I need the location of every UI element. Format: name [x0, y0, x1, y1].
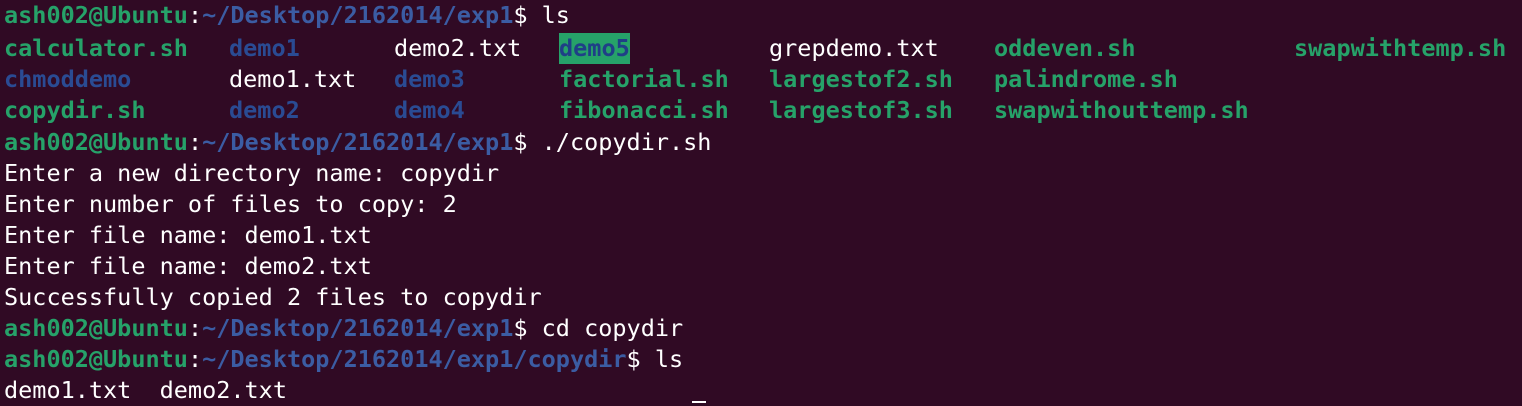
output-line: Enter number of files to copy: 2: [4, 190, 457, 218]
ls-entry-file: demo2.txt: [394, 34, 522, 62]
ls-entry-executable: factorial.sh: [559, 65, 729, 93]
prompt-user-host: ash002@Ubuntu: [4, 1, 188, 29]
prompt-line: ash002@Ubuntu:~/Desktop/2162014/exp1$ ./…: [4, 127, 711, 158]
prompt-dollar: $: [626, 345, 641, 373]
ls-entry-executable: swapwithtemp.sh: [1294, 34, 1507, 62]
ls-entry-directory: chmoddemo: [4, 65, 132, 93]
prompt-path: ~/Desktop/2162014/exp1: [202, 314, 514, 342]
prompt-colon: :: [187, 314, 203, 342]
command-text: ls: [640, 345, 684, 373]
output-line: Enter file name: demo2.txt: [4, 252, 372, 280]
ls-entry-directory: demo4: [394, 96, 465, 124]
ls-entry-directory: demo1: [229, 34, 300, 62]
prompt-colon: :: [187, 128, 203, 156]
output-line: Enter a new directory name: copydir: [4, 159, 500, 187]
prompt-colon: :: [187, 1, 203, 29]
output-line: demo1.txt demo2.txt: [4, 376, 287, 404]
prompt-path: ~/Desktop/2162014/exp1/copydir: [202, 345, 627, 373]
prompt-path: ~/Desktop/2162014/exp1: [202, 128, 514, 156]
ls-entry-directory: demo2: [229, 96, 300, 124]
ls-entry-executable: largestof3.sh: [769, 96, 953, 124]
command-text: ./copydir.sh: [527, 128, 712, 156]
ls-entry-file: demo1.txt: [229, 65, 357, 93]
ls-entry-executable: calculator.sh: [4, 34, 188, 62]
prompt-colon: :: [187, 345, 203, 373]
output-line: Successfully copied 2 files to copydir: [4, 283, 542, 311]
ls-entry-file: grepdemo.txt: [769, 34, 939, 62]
prompt-user-host: ash002@Ubuntu: [4, 345, 188, 373]
ls-entry-executable: fibonacci.sh: [559, 96, 729, 124]
text-cursor: [692, 401, 706, 403]
terminal-window[interactable]: ash002@Ubuntu:~/Desktop/2162014/exp1$ ls…: [0, 0, 1522, 406]
prompt-dollar: $: [513, 314, 528, 342]
ls-entry-executable: oddeven.sh: [994, 34, 1136, 62]
prompt-line: ash002@Ubuntu:~/Desktop/2162014/exp1$ ls: [4, 0, 570, 31]
output-line: Enter file name: demo1.txt: [4, 221, 372, 249]
command-text: cd copydir: [527, 314, 684, 342]
prompt-dollar: $: [513, 128, 528, 156]
ls-entry-directory: demo3: [394, 65, 465, 93]
prompt-user-host: ash002@Ubuntu: [4, 128, 188, 156]
ls-entry-executable: largestof2.sh: [769, 65, 953, 93]
prompt-line: ash002@Ubuntu:~/Desktop/2162014/exp1/cop…: [4, 344, 683, 375]
command-text: ls: [527, 1, 570, 29]
prompt-dollar: $: [513, 1, 528, 29]
prompt-user-host: ash002@Ubuntu: [4, 314, 188, 342]
ls-entry-executable: palindrome.sh: [994, 65, 1178, 93]
ls-entry-executable: swapwithouttemp.sh: [994, 96, 1249, 124]
ls-entry-directory-highlighted: demo5: [559, 33, 630, 64]
prompt-line: ash002@Ubuntu:~/Desktop/2162014/exp1$ cd…: [4, 313, 683, 344]
ls-entry-executable: copydir.sh: [4, 96, 146, 124]
prompt-path: ~/Desktop/2162014/exp1: [202, 1, 514, 29]
